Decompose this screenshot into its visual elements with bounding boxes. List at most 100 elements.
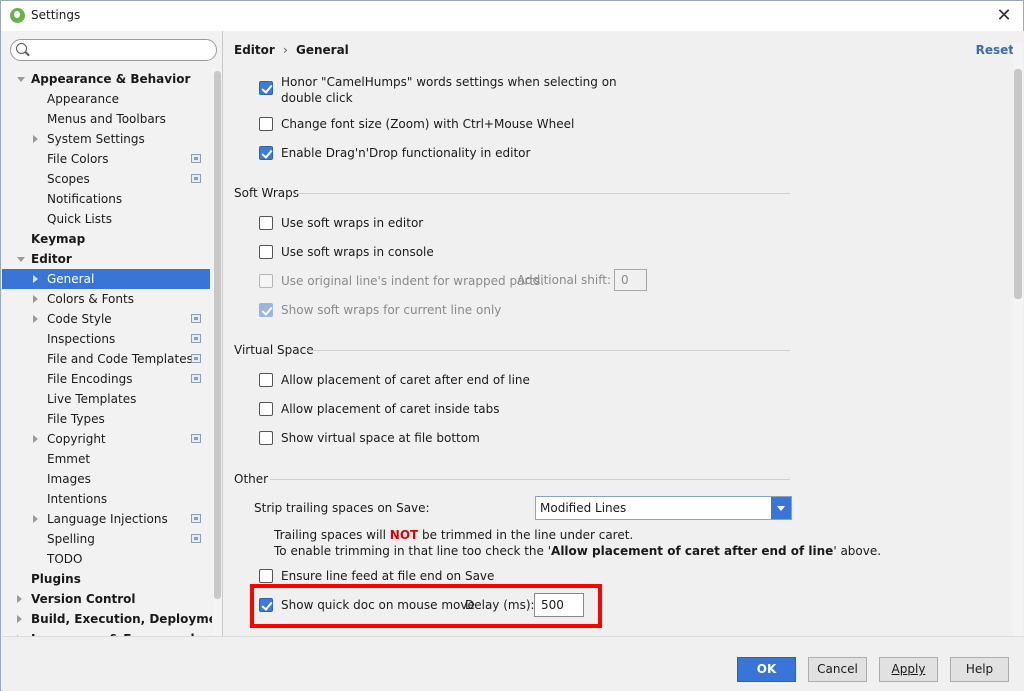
sidebar-item-spelling[interactable]: Spelling xyxy=(2,529,210,549)
caret-inside-tabs-checkbox[interactable] xyxy=(259,402,273,416)
sidebar-item-todo[interactable]: TODO xyxy=(2,549,210,569)
sidebar-scrollbar[interactable] xyxy=(213,69,222,636)
project-scope-icon xyxy=(191,514,201,523)
ensure-line-feed-label: Ensure line feed at file end on Save xyxy=(281,569,495,583)
search-field[interactable] xyxy=(10,39,217,61)
change-font-size-checkbox[interactable] xyxy=(259,117,273,131)
hint2-before: To enable trimming in that line too chec… xyxy=(274,544,552,558)
expand-right-icon[interactable] xyxy=(33,275,38,283)
sidebar-item-label: Copyright xyxy=(47,432,106,446)
sidebar-item-file-encodings[interactable]: File Encodings xyxy=(2,369,210,389)
sidebar-item-label: Notifications xyxy=(47,192,123,206)
soft-wraps-divider xyxy=(296,193,790,194)
sidebar-item-keymap[interactable]: Keymap xyxy=(2,229,210,249)
search-input[interactable] xyxy=(31,42,211,58)
sidebar-item-emmet[interactable]: Emmet xyxy=(2,449,210,469)
sidebar-item-label: Live Templates xyxy=(47,392,137,406)
sidebar-item-label: Menus and Toolbars xyxy=(47,112,166,126)
expand-right-icon[interactable] xyxy=(33,135,38,143)
sidebar-item-appearance[interactable]: Appearance xyxy=(2,89,210,109)
sidebar-item-label: File Colors xyxy=(47,152,109,166)
sidebar-item-label: General xyxy=(47,272,95,286)
sidebar-item-editor[interactable]: Editor xyxy=(2,249,210,269)
sidebar-item-quick-lists[interactable]: Quick Lists xyxy=(2,209,210,229)
sidebar-item-build-execution-deployment[interactable]: Build, Execution, Deployment xyxy=(2,609,212,629)
expand-down-icon[interactable] xyxy=(17,77,25,82)
drag-drop-checkbox[interactable] xyxy=(259,146,273,160)
breadcrumb: Editor › General xyxy=(234,43,349,57)
camelhumps-label-line1: Honor "CamelHumps" words settings when s… xyxy=(281,75,617,89)
close-icon[interactable]: ✕ xyxy=(993,5,1015,27)
sidebar-item-file-and-code-templates[interactable]: File and Code Templates xyxy=(2,349,210,369)
expand-right-icon[interactable] xyxy=(17,595,22,603)
content-scrollbar[interactable] xyxy=(1013,43,1023,636)
expand-right-icon[interactable] xyxy=(17,615,22,623)
sidebar-item-label: Code Style xyxy=(47,312,112,326)
expand-right-icon[interactable] xyxy=(33,515,38,523)
sidebar-item-label: Plugins xyxy=(31,572,81,586)
sidebar-item-file-colors[interactable]: File Colors xyxy=(2,149,210,169)
sidebar-item-live-templates[interactable]: Live Templates xyxy=(2,389,210,409)
sidebar-item-label: Intentions xyxy=(47,492,108,506)
sidebar-item-languages-frameworks[interactable]: Languages & Frameworks xyxy=(2,629,210,636)
content-scrollbar-thumb[interactable] xyxy=(1014,69,1022,299)
chevron-down-icon[interactable] xyxy=(771,497,791,519)
ensure-line-feed-checkbox[interactable] xyxy=(259,569,273,583)
soft-wraps-editor-checkbox[interactable] xyxy=(259,216,273,230)
sidebar-item-file-types[interactable]: File Types xyxy=(2,409,210,429)
quick-doc-checkbox[interactable] xyxy=(259,598,273,612)
apply-button[interactable]: Apply xyxy=(879,657,938,682)
hint1-before: Trailing spaces will xyxy=(274,528,390,542)
hint1-after: be trimmed in the line under caret. xyxy=(418,528,634,542)
other-section-title: Other xyxy=(234,472,269,486)
title-bar: Settings ✕ xyxy=(1,1,1023,31)
sidebar-item-language-injections[interactable]: Language Injections xyxy=(2,509,210,529)
sidebar-item-appearance-behavior[interactable]: Appearance & Behavior xyxy=(2,69,210,89)
sidebar-item-label: Colors & Fonts xyxy=(47,292,134,306)
virtual-space-bottom-checkbox[interactable] xyxy=(259,431,273,445)
sidebar-item-colors-fonts[interactable]: Colors & Fonts xyxy=(2,289,210,309)
sidebar-item-label: TODO xyxy=(47,552,83,566)
caret-after-eol-checkbox[interactable] xyxy=(259,373,273,387)
sidebar-item-code-style[interactable]: Code Style xyxy=(2,309,210,329)
ok-button[interactable]: OK xyxy=(737,657,796,682)
soft-wraps-section-title: Soft Wraps xyxy=(234,186,299,200)
sidebar-item-general[interactable]: General xyxy=(2,269,210,289)
sidebar-item-images[interactable]: Images xyxy=(2,469,210,489)
virtual-space-bottom-label: Show virtual space at file bottom xyxy=(281,431,480,445)
sidebar-item-copyright[interactable]: Copyright xyxy=(2,429,210,449)
project-scope-icon xyxy=(191,354,201,363)
sidebar-item-system-settings[interactable]: System Settings xyxy=(2,129,210,149)
sidebar-item-label: Appearance & Behavior xyxy=(31,72,191,86)
change-font-size-label: Change font size (Zoom) with Ctrl+Mouse … xyxy=(281,117,575,131)
sidebar-item-label: Keymap xyxy=(31,232,86,246)
camelhumps-checkbox[interactable] xyxy=(259,81,273,95)
breadcrumb-current: General xyxy=(296,43,349,57)
soft-wraps-console-checkbox[interactable] xyxy=(259,245,273,259)
help-button[interactable]: Help xyxy=(950,657,1009,682)
sidebar-item-label: Spelling xyxy=(47,532,95,546)
expand-right-icon[interactable] xyxy=(33,315,38,323)
delay-label: Delay (ms): xyxy=(465,598,535,612)
sidebar-item-menus-and-toolbars[interactable]: Menus and Toolbars xyxy=(2,109,210,129)
hint2-after: ' above. xyxy=(833,544,882,558)
soft-wraps-editor-label: Use soft wraps in editor xyxy=(281,216,424,230)
expand-right-icon[interactable] xyxy=(33,295,38,303)
sidebar-scrollbar-thumb[interactable] xyxy=(214,71,221,599)
delay-input[interactable]: 500 xyxy=(534,593,584,617)
settings-window: Settings ✕ Appearance & Behavior Appearan… xyxy=(0,0,1024,691)
expand-down-icon[interactable] xyxy=(17,257,25,262)
sidebar-item-notifications[interactable]: Notifications xyxy=(2,189,210,209)
sidebar-item-inspections[interactable]: Inspections xyxy=(2,329,210,349)
cancel-button[interactable]: Cancel xyxy=(808,657,867,682)
sidebar-item-scopes[interactable]: Scopes xyxy=(2,169,210,189)
reset-link[interactable]: Reset xyxy=(976,43,1014,57)
drag-drop-label: Enable Drag'n'Drop functionality in edit… xyxy=(281,146,531,160)
sidebar-item-label: Languages & Frameworks xyxy=(31,629,206,636)
sidebar-item-plugins[interactable]: Plugins xyxy=(2,569,210,589)
strip-trailing-select[interactable]: Modified Lines xyxy=(535,496,792,520)
sidebar-item-intentions[interactable]: Intentions xyxy=(2,489,210,509)
sidebar-item-version-control[interactable]: Version Control xyxy=(2,589,210,609)
expand-right-icon[interactable] xyxy=(33,435,38,443)
hint1-not: NOT xyxy=(389,528,419,542)
